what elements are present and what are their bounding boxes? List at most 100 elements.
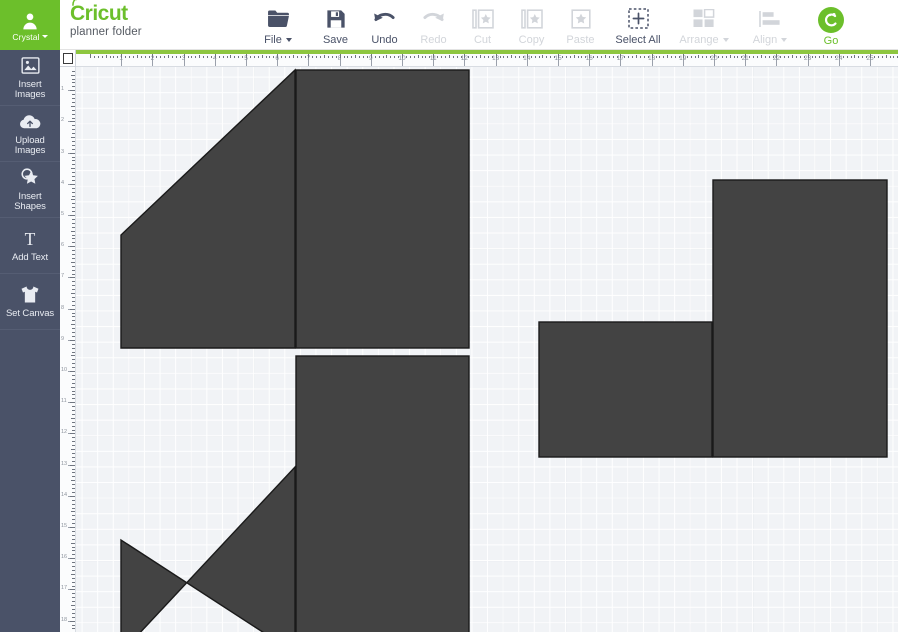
ruler-minor-tick [827,56,829,58]
sidebar-item-insert-shapes[interactable]: Insert Shapes [0,162,60,218]
horizontal-ruler[interactable]: 1 2 3 4 5 6 7 8 9 10 11 12 13 14 15 16 17 18 19 20 21 22 23 24 2… [76,50,898,67]
ruler-minor-tick [476,56,478,58]
ruler-minor-tick [72,499,75,501]
ruler-minor-tick [72,140,75,142]
ruler-minor-tick [70,558,75,560]
undo-button[interactable]: Undo [360,0,409,50]
ruler-minor-tick [733,56,735,58]
ruler-minor-tick [72,300,75,302]
ruler-minor-tick [72,359,75,361]
ruler-minor-tick [694,56,696,58]
ruler-minor-tick [72,530,75,532]
ruler-minor-tick [507,56,509,58]
ruler-minor-tick [347,56,349,58]
ruler-minor-tick [72,211,75,213]
ruler-minor-tick [792,55,793,58]
ruler-minor-tick [136,55,138,58]
redo-button[interactable]: Redo [409,0,458,50]
save-button[interactable]: Save [311,0,360,50]
ruler-minor-tick [530,56,532,58]
cut-button[interactable]: Cut [458,0,507,50]
floppy-disk-icon [326,8,346,30]
canvas-area[interactable]: 1 2 3 4 5 6 7 8 9 10 11 12 13 14 15 16 17 18 19 20 21 22 23 24 2… [60,50,898,632]
ruler-label: 8 [61,304,65,311]
ruler-minor-tick [866,56,868,58]
ruler-minor-tick [72,488,75,489]
paste-button[interactable]: Paste [556,0,605,50]
ruler-minor-tick [72,394,75,396]
ruler-minor-tick [558,54,559,58]
ruler-minor-tick [721,56,723,58]
folder-panel-bottom[interactable] [295,355,470,632]
ruler-minor-tick [210,56,212,58]
go-button[interactable]: Go [803,0,859,50]
ruler-minor-tick [72,472,75,474]
ruler-minor-tick [90,54,91,58]
chevron-down-icon [722,37,729,42]
ruler-minor-tick [70,308,75,310]
ruler-minor-tick [257,56,259,58]
folder-pocket-right[interactable] [712,179,888,458]
vertical-ruler[interactable]: 1 2 3 4 5 6 7 8 9 10 11 12 13 14 15 16 17 18 [60,67,76,632]
sidebar-item-label: Insert Shapes [14,191,46,213]
ruler-minor-tick [71,168,75,170]
ruler-label: 7 [61,273,65,280]
shapes-icon [20,167,41,189]
design-grid[interactable] [76,67,898,632]
ruler-minor-tick [846,56,848,58]
arrange-button[interactable]: Arrange [671,0,737,50]
ruler-minor-tick [72,113,75,115]
ruler-minor-tick [72,550,75,552]
ruler-minor-tick [72,491,75,493]
svg-text:T: T [25,229,36,249]
ruler-minor-tick [324,55,325,58]
ruler-minor-tick [222,56,224,58]
ruler-minor-tick [71,511,75,513]
ruler-minor-tick [522,56,524,58]
ruler-minor-tick [433,54,435,58]
ruler-minor-tick [764,56,766,58]
ruler-minor-tick [132,56,134,58]
ruler-minor-tick [495,54,497,58]
file-button[interactable]: File [245,0,311,50]
ruler-minor-tick [72,577,75,579]
select-all-button[interactable]: Select All [605,0,671,50]
ruler-minor-tick [72,156,75,158]
ruler-minor-tick [72,363,75,365]
ruler-minor-tick [72,222,75,224]
ruler-minor-tick [72,593,75,595]
folder-pocket-left[interactable] [538,321,713,458]
user-account-button[interactable]: Crystal [0,0,60,50]
sidebar-item-upload-images[interactable]: Upload Images [0,106,60,162]
ruler-minor-tick [612,56,614,58]
ruler-minor-tick [554,56,556,58]
ruler-label: 12 [61,429,68,436]
folder-panel-top[interactable] [295,69,470,349]
ruler-minor-tick [873,56,875,58]
folder-back-flap-bottom[interactable] [120,465,296,632]
ruler-minor-tick [72,441,75,443]
ruler-minor-tick [70,620,75,622]
folder-back-flap-top[interactable] [120,68,296,349]
align-button[interactable]: Align [737,0,803,50]
ruler-minor-tick [72,398,75,400]
sidebar-item-label: Upload Images [15,135,46,157]
ruler-minor-tick [70,589,75,591]
tool-label: Go [823,34,839,47]
sidebar-item-add-text[interactable]: T Add Text [0,218,60,274]
ruler-minor-tick [877,56,879,58]
project-title[interactable]: planner folder [70,26,142,38]
ruler-minor-tick [893,56,895,58]
ruler-minor-tick [72,335,75,337]
sidebar-item-insert-images[interactable]: Insert Images [0,50,60,106]
ruler-minor-tick [643,56,645,58]
ruler-origin-toggle[interactable] [63,53,73,64]
ruler-minor-tick [70,183,75,185]
arrange-icon [693,8,715,30]
ruler-minor-tick [526,54,528,58]
ruler-label: 2 [61,117,65,124]
tool-label: Paste [566,33,595,46]
ruler-minor-tick [682,54,684,58]
copy-button[interactable]: Copy [507,0,556,50]
sidebar-item-set-canvas[interactable]: Set Canvas [0,274,60,330]
